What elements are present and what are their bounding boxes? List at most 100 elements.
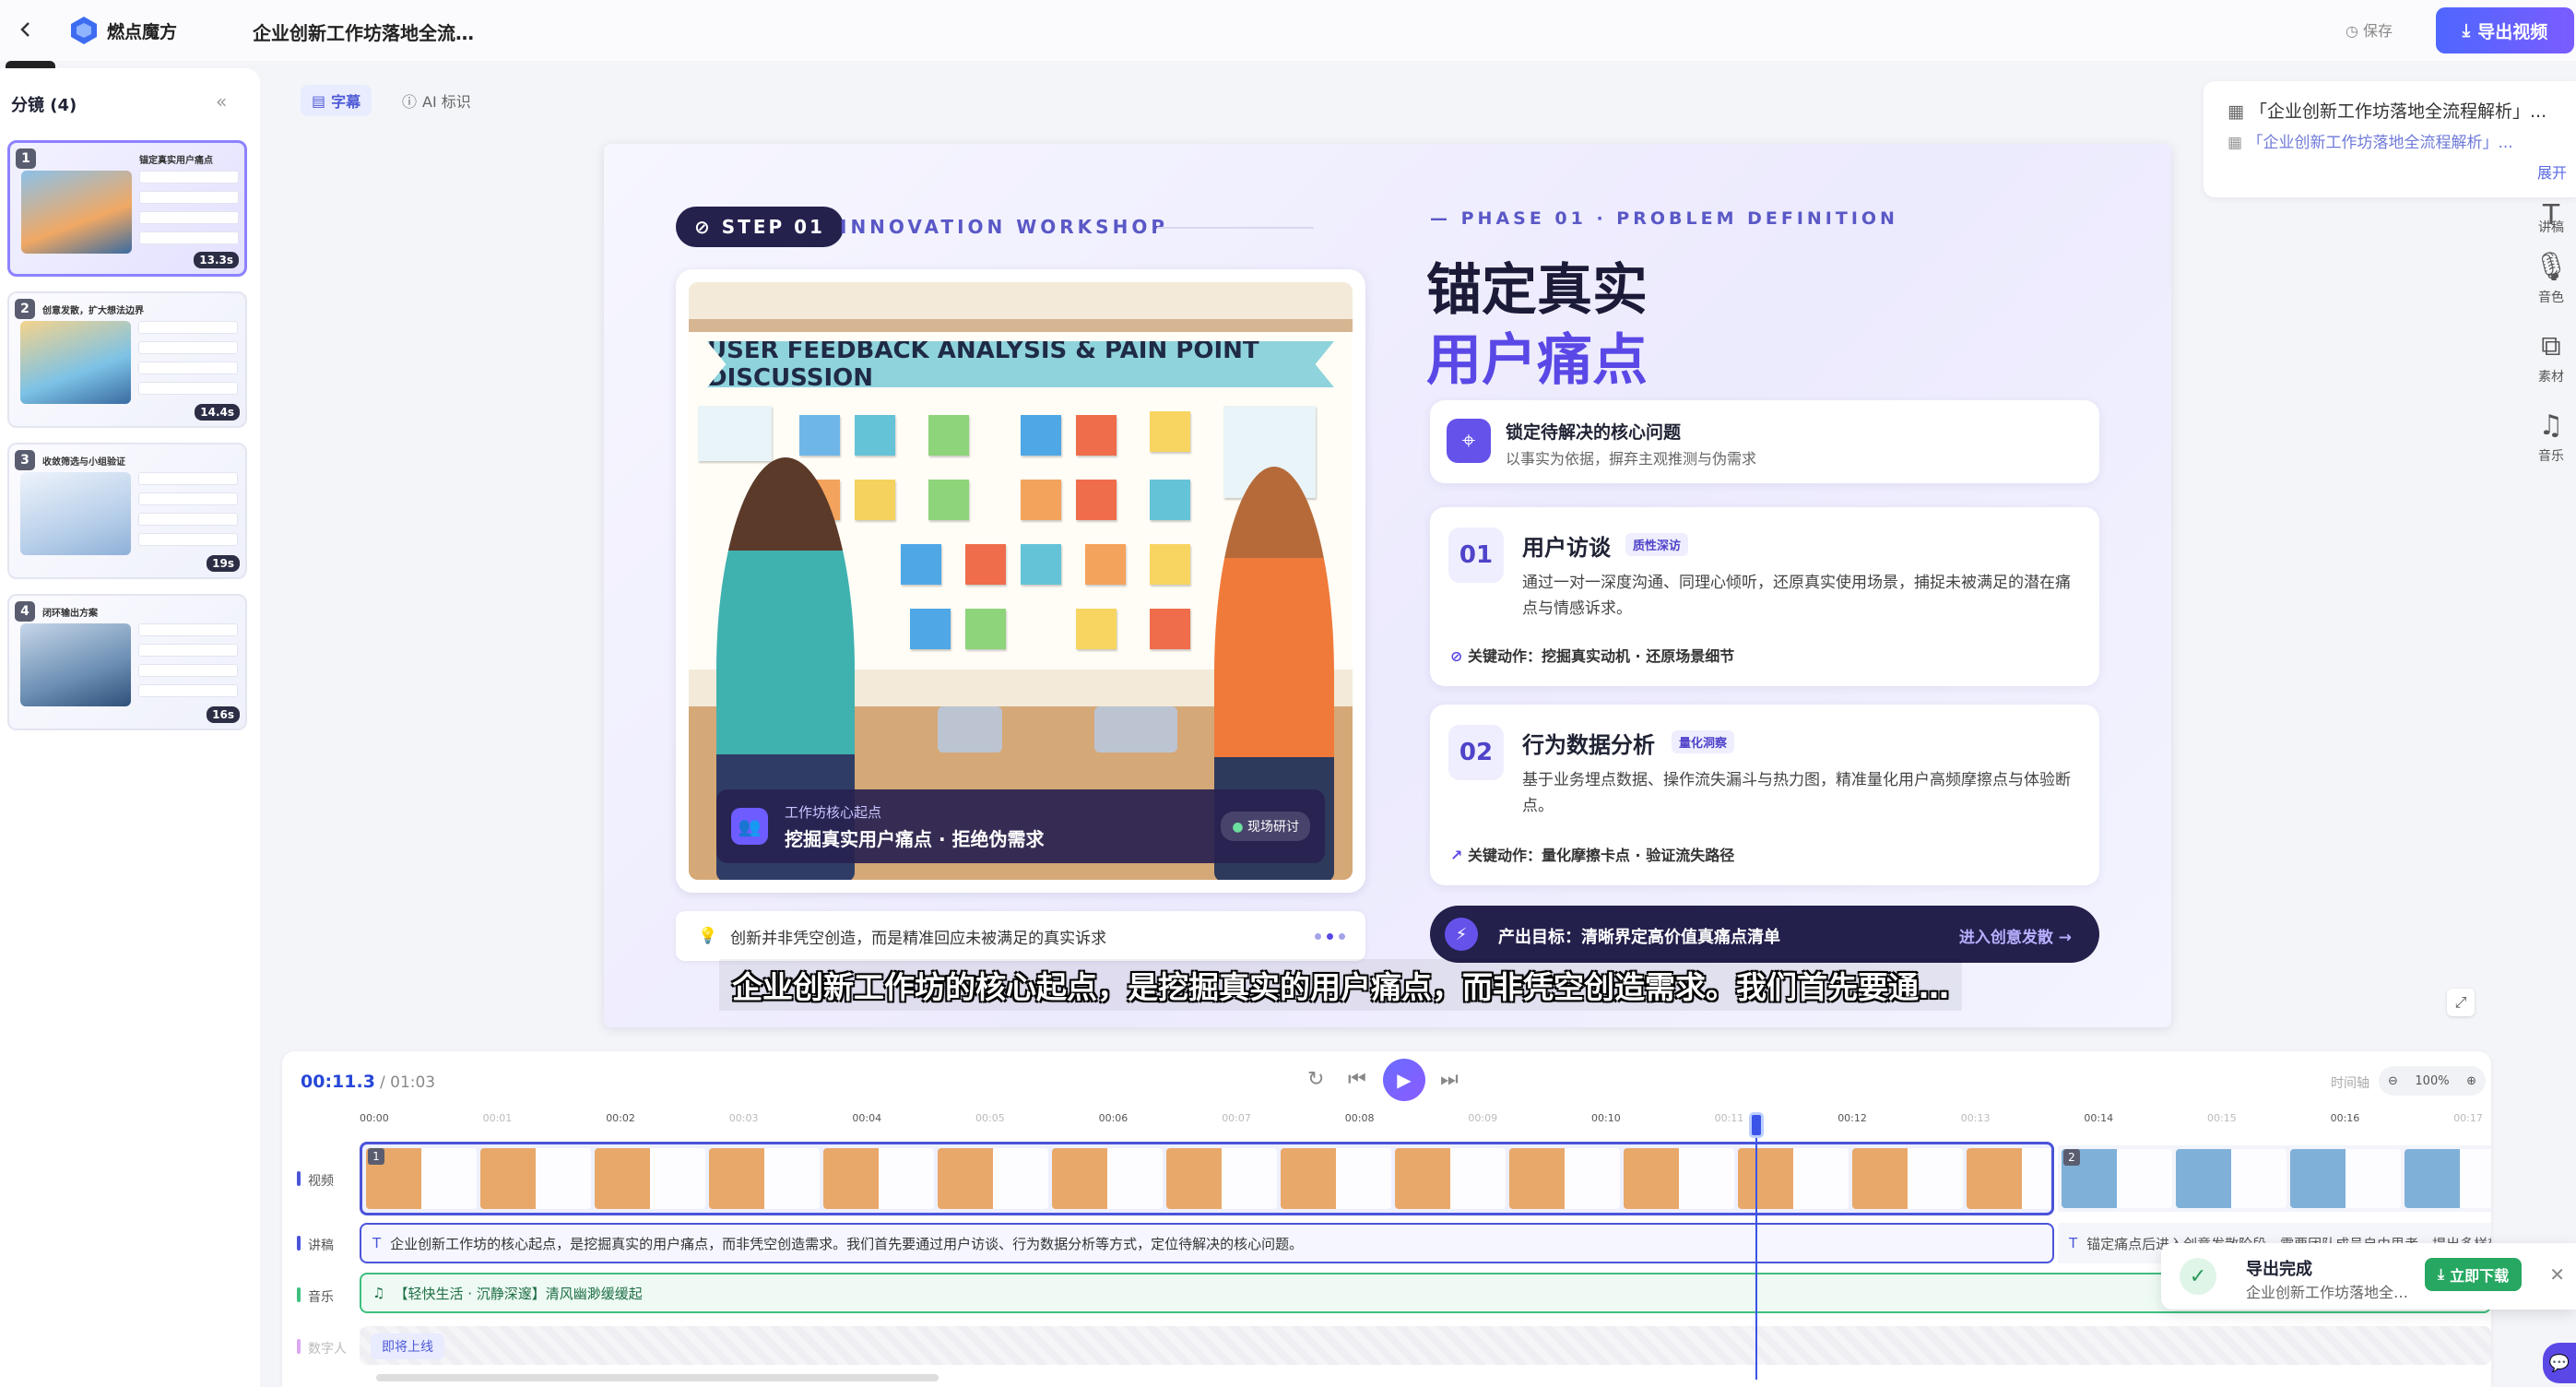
tool-music[interactable]: ♫ 音乐 xyxy=(2526,409,2576,465)
quote-text: 创新并非凭空创造，而是精准回应未被满足的真实诉求 xyxy=(730,929,1107,948)
tool-voice[interactable]: 🎙 音色 xyxy=(2526,251,2576,306)
export-video-button[interactable]: ⤓ 导出视频 xyxy=(2436,7,2574,53)
sticky-note xyxy=(965,609,1006,649)
scene-duration: 14.4s xyxy=(195,404,240,421)
ai-mark-toggle[interactable]: ⓘ AI 标识 xyxy=(391,85,482,116)
playhead-line xyxy=(1755,1112,1757,1380)
text-icon: T xyxy=(2069,1235,2078,1251)
time-ruler[interactable]: 00:00 00:01 00:02 00:03 00:04 00:05 00:06 00:07… xyxy=(360,1112,2491,1140)
avatar-coming-soon[interactable]: 即将上线 xyxy=(371,1334,444,1359)
close-icon[interactable]: ✕ xyxy=(2549,1263,2565,1286)
skip-forward-icon[interactable]: ⏭ xyxy=(1440,1068,1459,1091)
scene-thumbnail-2[interactable]: 2 创意发散，扩大想法边界 14.4s xyxy=(7,291,247,428)
ruler-tick: 00:00 xyxy=(360,1112,389,1124)
shapes-icon: ⧉ xyxy=(2541,330,2561,362)
text-icon: T xyxy=(372,1235,382,1251)
chart-poster xyxy=(698,406,772,461)
music-title: 【轻快生活 · 沉静深邃】清风幽渺缓缓起 xyxy=(394,1285,643,1302)
sticky-note xyxy=(928,415,969,456)
laptop xyxy=(938,706,1002,753)
back-button[interactable] xyxy=(9,13,42,46)
scene-image xyxy=(21,171,132,254)
slide-canvas[interactable]: ⊘ STEP 01 INNOVATION WORKSHOP USER FEEDBA… xyxy=(604,144,2171,1027)
summary-line-1: ▦ 「企业创新工作坊落地全流程解析」... xyxy=(2227,98,2546,123)
scene-text-lines xyxy=(138,472,238,553)
tool-script[interactable]: T 讲稿 xyxy=(2526,199,2576,236)
narration-clip-1[interactable]: T 企业创新工作坊的核心起点，是挖掘真实的用户痛点，而非凭空创造需求。我们首先要通… xyxy=(360,1223,2054,1263)
logo-icon xyxy=(68,15,100,46)
caption-tag: ● 现场研讨 xyxy=(1221,812,1310,841)
scene-title: 收敛筛选与小组验证 xyxy=(42,457,125,468)
fullscreen-icon[interactable]: ⤢ xyxy=(2447,989,2475,1016)
narration-text: 企业创新工作坊的核心起点，是挖掘真实的用户痛点，而非凭空创造需求。我们首先要通过… xyxy=(390,1235,1304,1252)
clip-number: 1 xyxy=(368,1148,384,1165)
card-title: 用户访谈 xyxy=(1522,535,1611,561)
lightning-icon: ⚡ xyxy=(1445,918,1478,951)
step-text: STEP 01 xyxy=(721,216,825,238)
ai-label: AI 标识 xyxy=(422,93,471,111)
card-action-text: 关键动作：量化摩擦卡点 · 验证流失路径 xyxy=(1467,847,1735,864)
expand-link[interactable]: 展开 xyxy=(2537,160,2567,183)
document-title[interactable]: 企业创新工作坊落地全流… xyxy=(253,18,474,45)
ruler-tick: 00:15 xyxy=(2207,1112,2237,1124)
save-button[interactable]: ◷ 保存 xyxy=(2346,18,2393,41)
tool-assets[interactable]: ⧉ 素材 xyxy=(2526,330,2576,385)
scene-image xyxy=(20,321,131,404)
step-pill: ⊘ STEP 01 xyxy=(676,207,844,247)
subtitle-label: 字幕 xyxy=(331,93,361,111)
scene-duration: 13.3s xyxy=(194,252,239,268)
play-button[interactable]: ▶ xyxy=(1383,1059,1425,1101)
ruler-tick: 00:08 xyxy=(1344,1112,1375,1124)
track-color-bar xyxy=(297,1236,301,1251)
subtitle-toggle[interactable]: ▤ 字幕 xyxy=(301,85,372,116)
subtitle-overlay[interactable]: 企业创新工作坊的核心起点，是挖掘真实的用户痛点，而非凭空创造需求。我们首先要通… xyxy=(719,959,1962,1011)
download-now-button[interactable]: ⤓ 立即下载 xyxy=(2425,1258,2523,1291)
scene-number: 4 xyxy=(15,601,35,622)
video-clip-2[interactable]: 2 xyxy=(2058,1145,2491,1212)
check-icon: ✓ xyxy=(2180,1258,2216,1295)
goal-next-link[interactable]: 进入创意发散 → xyxy=(1959,924,2072,947)
scene-thumbnail-4[interactable]: 4 闭环输出方案 16s xyxy=(7,594,247,730)
scene-thumbnail-3[interactable]: 3 收敛筛选与小组验证 19s xyxy=(7,443,247,579)
behavior-data-card: 02 行为数据分析 量化洞察 基于业务埋点数据、操作流失漏斗与热力图，精准量化用… xyxy=(1430,705,2099,885)
chevron-left-icon xyxy=(20,22,30,37)
sticky-note xyxy=(1150,480,1190,520)
subtitle-icon: ▤ xyxy=(312,91,326,110)
zoom-out-icon[interactable]: ⊖ xyxy=(2388,1074,2398,1088)
summary-line-2: ▦ 「企业创新工作坊落地全流程解析」... xyxy=(2227,129,2513,152)
reset-icon[interactable]: ↻ xyxy=(1307,1068,1324,1091)
ruler-tick: 00:03 xyxy=(728,1112,759,1124)
chat-icon[interactable]: 💬 xyxy=(2543,1343,2576,1383)
card-description: 基于业务埋点数据、操作流失漏斗与热力图，精准量化用户高频摩擦点与体验断点。 xyxy=(1522,771,2071,815)
phase-label: — PHASE 01 · PROBLEM DEFINITION xyxy=(1430,208,1898,229)
script-summary-panel: ▦ 「企业创新工作坊落地全流程解析」... ▦ 「企业创新工作坊落地全流程解析」… xyxy=(2204,81,2576,197)
ruler-tick: 00:06 xyxy=(1098,1112,1128,1124)
storyboard-title: 分镜 (4) xyxy=(11,96,77,115)
avatar-track xyxy=(360,1326,2491,1365)
card-number: 02 xyxy=(1448,725,1504,780)
ruler-tick: 00:01 xyxy=(482,1112,513,1124)
ruler-tick: 00:16 xyxy=(2330,1112,2360,1124)
clock-icon: ◷ xyxy=(2346,22,2364,40)
playhead-handle[interactable] xyxy=(1749,1112,1764,1138)
sticky-note xyxy=(1150,411,1190,452)
scene-duration: 19s xyxy=(207,555,240,572)
toast-subtitle: 企业创新工作坊落地全… xyxy=(2246,1284,2409,1301)
zoom-control[interactable]: ⊖ 100% ⊕ xyxy=(2379,1066,2486,1096)
sticky-note xyxy=(1085,544,1126,585)
sticky-note xyxy=(855,480,895,520)
video-clip-1[interactable]: 1 xyxy=(360,1142,2054,1215)
scene-thumbnail-1[interactable]: 1 锚定真实用户痛点 13.3s xyxy=(7,140,247,277)
target-icon: ⌖ xyxy=(1447,419,1491,463)
scene-duration: 16s xyxy=(207,706,240,723)
card-title: 锁定待解决的核心问题 xyxy=(1506,422,1682,443)
zoom-in-icon[interactable]: ⊕ xyxy=(2466,1074,2476,1088)
skip-back-icon[interactable]: ⏮ xyxy=(1348,1068,1366,1091)
tool-label: 讲稿 xyxy=(2538,220,2564,235)
card-action-text: 关键动作：挖掘真实动机 · 还原场景细节 xyxy=(1467,647,1735,665)
summary-line-1-text: 「企业创新工作坊落地全流程解析」... xyxy=(2250,101,2547,122)
collapse-panel-icon[interactable]: « xyxy=(216,90,227,113)
heading-line-1: 锚定真实 xyxy=(1426,258,1648,323)
core-problem-card: ⌖ 锁定待解决的核心问题 以事实为依据，摒弃主观推测与伪需求 xyxy=(1430,400,2099,483)
horizontal-scrollbar[interactable] xyxy=(376,1374,939,1381)
